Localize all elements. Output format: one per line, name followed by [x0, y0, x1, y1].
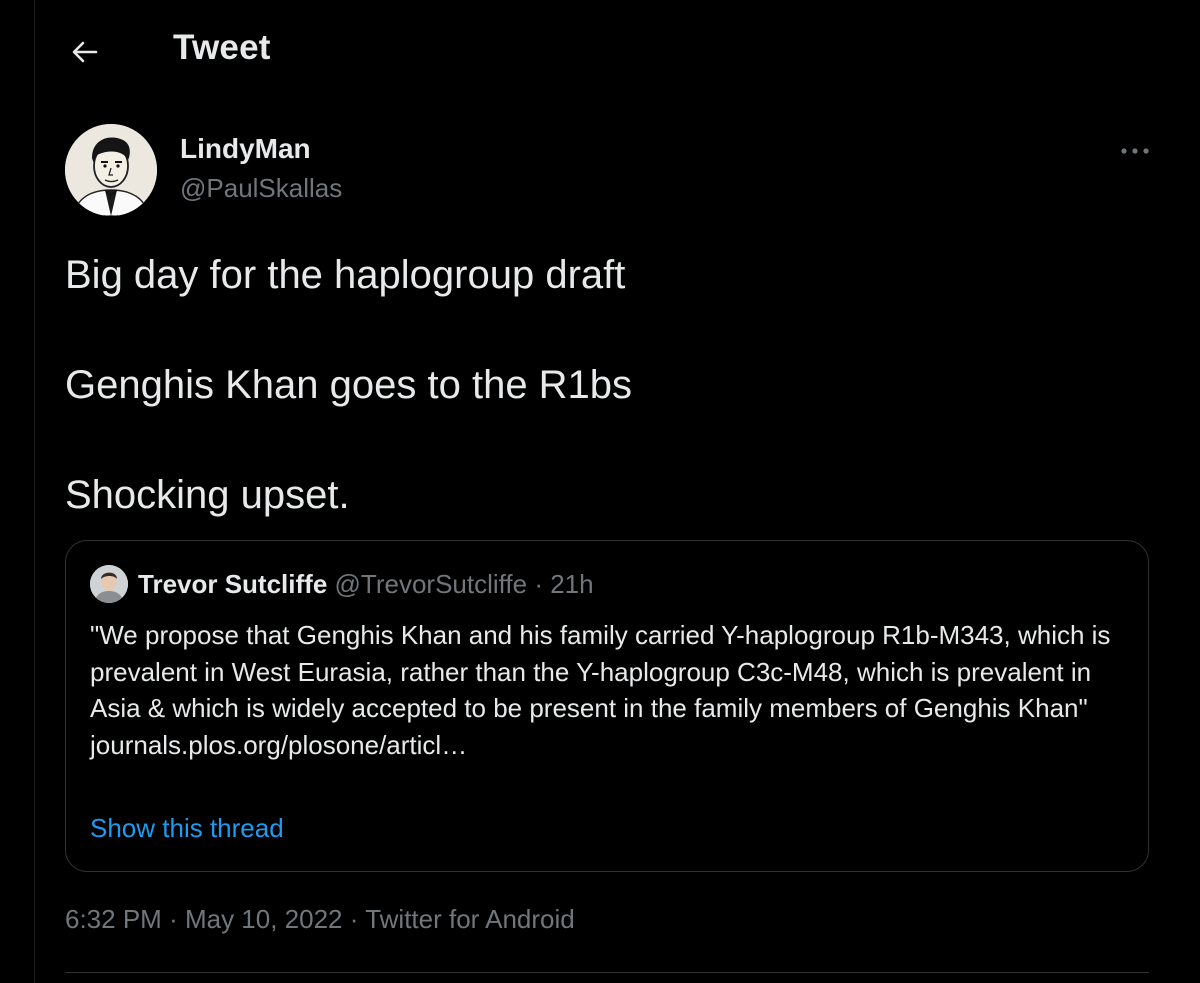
more-options-button[interactable] — [1115, 136, 1155, 166]
person-photo-avatar — [90, 565, 128, 603]
author-avatar[interactable] — [65, 124, 157, 216]
tweet-line: Genghis Khan goes to the R1bs — [65, 363, 633, 407]
back-button[interactable] — [63, 30, 107, 74]
quoted-tweet-text: "We propose that Genghis Khan and his fa… — [90, 617, 1130, 763]
quoted-author-avatar[interactable] — [90, 565, 128, 603]
tweet-text: Big day for the haplogroup draft Genghis… — [65, 248, 1145, 523]
quoted-tweet-header: Trevor Sutcliffe @TrevorSutcliffe · 21h — [138, 569, 594, 600]
quoted-tweet-body: "We propose that Genghis Khan and his fa… — [90, 620, 1111, 723]
tweet-line: Big day for the haplogroup draft — [65, 253, 626, 297]
tweet-column: Tweet LindyMan @PaulSkallas Big day for … — [34, 0, 1200, 983]
page-header: Tweet — [35, 0, 1200, 104]
author-display-name[interactable]: LindyMan — [180, 133, 311, 165]
divider — [65, 972, 1149, 973]
quoted-author-handle[interactable]: @TrevorSutcliffe — [335, 569, 528, 599]
arrow-left-icon — [72, 41, 98, 63]
tweet-client[interactable]: Twitter for Android — [365, 904, 575, 934]
quoted-tweet-card[interactable]: Trevor Sutcliffe @TrevorSutcliffe · 21h … — [65, 540, 1149, 872]
show-thread-link[interactable]: Show this thread — [90, 813, 284, 844]
more-horizontal-icon — [1121, 148, 1149, 154]
separator-dot: · — [349, 904, 359, 934]
quoted-author-name[interactable]: Trevor Sutcliffe — [138, 569, 327, 599]
page-title: Tweet — [173, 28, 271, 67]
tweet-date[interactable]: May 10, 2022 — [185, 904, 343, 934]
separator-dot: · — [169, 904, 178, 934]
tweet-time[interactable]: 6:32 PM — [65, 904, 162, 934]
quoted-tweet-link[interactable]: journals.plos.org/plosone/articl… — [90, 727, 1130, 764]
quoted-tweet-time[interactable]: 21h — [550, 569, 593, 599]
tweet-line: Shocking upset. — [65, 473, 350, 517]
cartoon-man-avatar — [65, 124, 157, 216]
separator-dot: · — [534, 569, 543, 599]
author-handle[interactable]: @PaulSkallas — [180, 173, 342, 204]
tweet-metadata: 6:32 PM · May 10, 2022 · Twitter for And… — [65, 904, 575, 935]
